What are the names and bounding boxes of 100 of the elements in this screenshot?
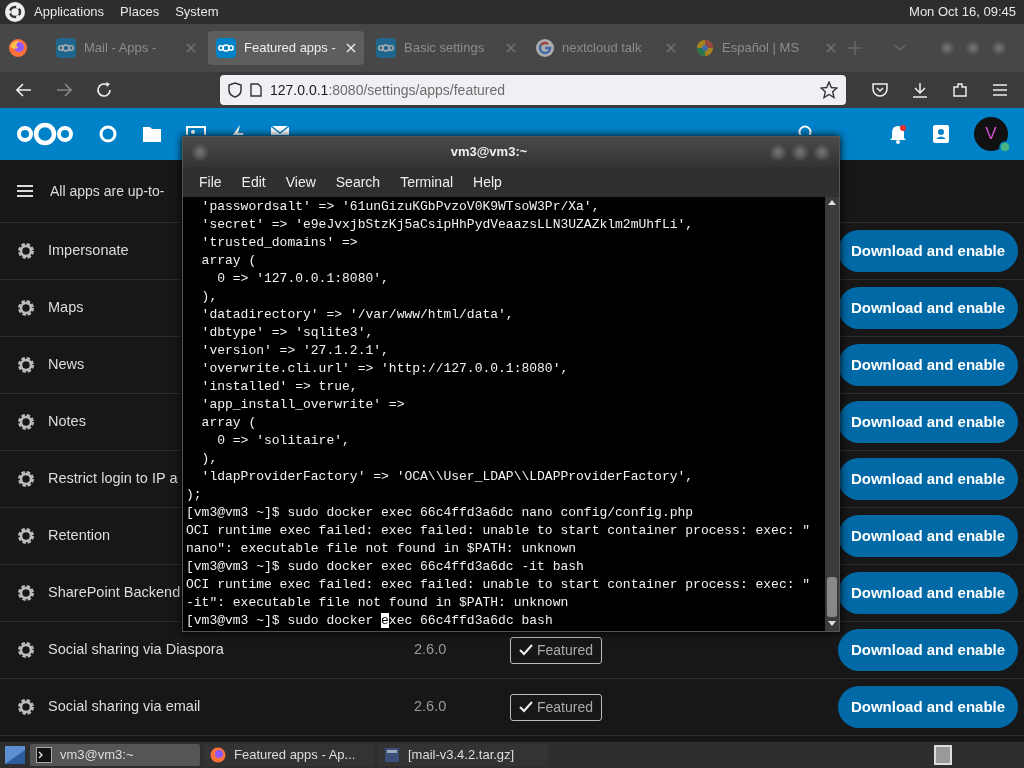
address-bar[interactable]: 127.0.0.1:8080/settings/apps/featured <box>220 75 846 105</box>
terminal-line: ), <box>200 288 219 306</box>
terminal-line: [vm3@vm3 ~]$ sudo docker exec 66c4ffd3a6dc -it bash <box>186 558 585 576</box>
featured-badge: Featured <box>510 636 603 664</box>
gear-icon <box>16 469 36 489</box>
contacts-icon[interactable] <box>932 124 950 144</box>
app-name: Social sharing via Diaspora <box>48 641 224 658</box>
terminal-line: ); <box>186 486 203 504</box>
panel-menu[interactable]: System <box>175 2 219 22</box>
menu-item[interactable]: Edit <box>233 171 274 193</box>
download-enable-button[interactable]: Download and enable <box>838 572 1018 614</box>
download-enable-button[interactable]: Download and enable <box>838 344 1018 386</box>
terminal-line: 'datadirectory' => '/var/www/html/data', <box>200 306 515 324</box>
minimize-button[interactable] <box>769 143 787 161</box>
terminal-line: nano": executable file not found in $PATH: unknown <box>186 540 578 558</box>
terminal-line: 0 => '127.0.0.1:8080', <box>216 270 390 288</box>
menu-icon[interactable] <box>16 184 34 198</box>
scrollbar[interactable] <box>825 197 839 631</box>
menu-item[interactable]: View <box>277 171 324 193</box>
bell-icon[interactable] <box>888 124 908 144</box>
status-dot-icon <box>999 141 1011 153</box>
menu-item[interactable]: Search <box>327 171 389 193</box>
gear-icon <box>16 298 36 318</box>
terminal-line: -it": executable file not found in $PATH: unknown <box>186 594 570 612</box>
terminal-line: 0 => 'solitaire', <box>216 432 351 450</box>
menu-item[interactable]: File <box>191 171 230 193</box>
app-name: Restrict login to IP a <box>48 470 178 487</box>
featured-badge: Featured <box>510 693 603 721</box>
terminal-line: OCI runtime exec failed: exec failed: unable to start container process: exec: " <box>186 522 812 540</box>
desktop-icon[interactable] <box>4 744 26 766</box>
pocket-icon[interactable] <box>872 82 888 98</box>
maximize-button[interactable] <box>791 143 809 161</box>
cloud-logo-icon <box>56 38 76 58</box>
terminal-line: array ( <box>200 414 258 432</box>
download-enable-button[interactable]: Download and enable <box>838 458 1018 500</box>
user-avatar[interactable]: V <box>974 117 1008 151</box>
terminal-line: array ( <box>200 252 258 270</box>
reload-icon[interactable] <box>96 82 112 98</box>
terminal-line: 'secret' => 'e9eJvxjbStzKj5aCsipHhPydVeaazsLLN3UZAZklm2mUhfLi', <box>200 216 695 234</box>
status-text: All apps are up-to- <box>50 181 165 201</box>
menu-item[interactable]: Help <box>465 171 510 193</box>
cloud-logo-icon <box>216 38 236 58</box>
download-icon[interactable] <box>912 82 928 98</box>
terminal-line: 'trusted_domains' => <box>200 234 359 252</box>
terminal-line: [vm3@vm3 ~]$ sudo docker exec 66c4ffd3a6dc bash <box>186 612 554 630</box>
download-enable-button[interactable]: Download and enable <box>838 515 1018 557</box>
menu-icon[interactable] <box>992 83 1008 97</box>
panel-menu[interactable]: Applications <box>34 2 105 22</box>
app-name: Retention <box>48 527 111 544</box>
forward-icon[interactable] <box>56 83 72 97</box>
workspace-switcher[interactable] <box>934 745 952 765</box>
terminal-line: OCI runtime exec failed: exec failed: unable to start container process: exec: " <box>186 576 812 594</box>
scrollbar-thumb[interactable] <box>827 577 837 617</box>
terminal-line: 'overwrite.cli.url' => 'http://127.0.0.1:8080', <box>200 360 570 378</box>
gear-icon <box>16 640 36 660</box>
firefox-icon <box>210 747 226 763</box>
menu-item[interactable]: Terminal <box>392 171 462 193</box>
cloud-logo-icon <box>376 38 396 58</box>
download-enable-button[interactable]: Download and enable <box>838 401 1018 443</box>
app-name: SharePoint Backend <box>48 584 181 601</box>
shield-icon <box>228 82 242 98</box>
taskbar-item[interactable]: vm3@vm3:~ <box>30 744 200 766</box>
terminal-line: 'passwordsalt' => '61unGizuKGbPvzoV0K9WTsoW3Pr/Xa', <box>200 198 601 216</box>
panel-menu[interactable]: Places <box>120 2 160 22</box>
app-name: Social sharing via email <box>48 698 201 715</box>
download-enable-button[interactable]: Download and enable <box>838 230 1018 272</box>
taskbar-item[interactable]: [mail-v3.4.2.tar.gz] <box>378 744 548 766</box>
terminal-line: 'installed' => true, <box>200 378 359 396</box>
download-enable-button[interactable]: Download and enable <box>838 287 1018 329</box>
gear-icon <box>16 526 36 546</box>
terminal-line: 'version' => '27.1.2.1', <box>200 342 390 360</box>
puzzle-icon[interactable] <box>952 82 968 98</box>
clock: Mon Oct 16, 09:45 <box>909 3 1016 22</box>
distro-logo-icon[interactable] <box>4 1 26 23</box>
close-button[interactable] <box>813 143 831 161</box>
app-name: News <box>48 356 85 373</box>
window-icon <box>384 747 400 763</box>
google-icon <box>536 39 554 57</box>
terminal-line: 'app_install_overwrite' => <box>200 396 406 414</box>
taskbar-item[interactable]: Featured apps - Ap... <box>204 744 374 766</box>
circle-icon[interactable] <box>98 124 118 144</box>
browser-tab[interactable]: Featured apps - <box>208 31 364 65</box>
image-icon[interactable] <box>186 125 206 135</box>
download-enable-button[interactable]: Download and enable <box>838 686 1018 728</box>
gear-icon <box>16 241 36 261</box>
page-icon <box>250 83 262 97</box>
firefox-icon[interactable] <box>8 38 28 58</box>
star-icon[interactable] <box>820 81 838 99</box>
gear-icon <box>16 412 36 432</box>
globe-icon <box>696 39 714 57</box>
download-enable-button[interactable]: Download and enable <box>838 629 1018 671</box>
check-icon <box>519 701 533 713</box>
app-name: Maps <box>48 299 84 316</box>
window-menu-button[interactable] <box>191 143 209 161</box>
gear-icon <box>16 697 36 717</box>
terminal-line: 'dbtype' => 'sqlite3', <box>200 324 375 342</box>
url-text: 127.0.0.1:8080/settings/apps/featured <box>270 80 507 100</box>
cloud-logo-icon[interactable] <box>16 121 74 147</box>
back-icon[interactable] <box>16 83 32 97</box>
folder-icon[interactable] <box>142 125 162 143</box>
